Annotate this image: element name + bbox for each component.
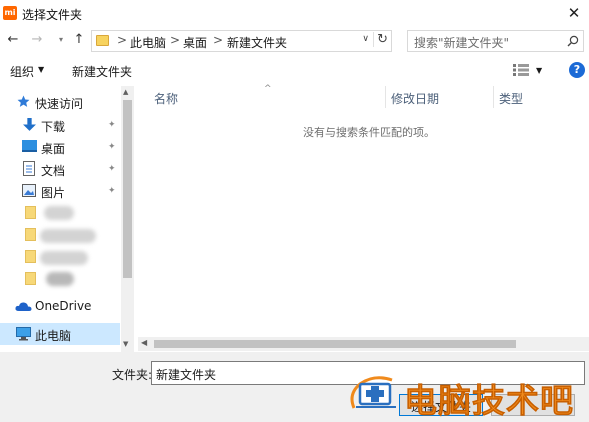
view-options-icon[interactable] [513,64,529,76]
sidebar-item-blurred-folder[interactable] [0,268,120,290]
folder-icon [25,228,36,241]
file-list: ^ 名称 修改日期 类型 没有与搜索条件匹配的项。 [136,84,589,352]
scroll-down-icon[interactable]: ▼ [123,340,128,348]
breadcrumb-this-pc[interactable]: 此电脑 [130,34,166,51]
pin-icon[interactable]: ✦ [108,120,116,130]
watermark-logo-icon [350,376,396,409]
cloud-icon [15,302,32,311]
scroll-up-icon[interactable]: ▲ [123,88,128,96]
folder-icon [25,206,36,219]
breadcrumb-separator[interactable]: > [213,33,223,47]
star-icon [17,95,30,107]
toolbar: 组织 ▼ 新建文件夹 ▼ ? [0,58,589,84]
folder-icon [25,250,36,263]
search-placeholder: 搜索"新建文件夹" [414,36,510,50]
sidebar-item-desktop[interactable]: 桌面 ✦ [0,136,120,158]
sidebar-item-label: 文档 [41,164,66,178]
navigation-pane: 快速访问 下载 ✦ 桌面 ✦ 文档 ✦ 图片 ✦ OneDrive 此电脑 [0,86,134,352]
sidebar-item-label: 此电脑 [35,329,72,343]
chevron-down-icon[interactable]: ∨ [362,34,369,44]
computer-icon [16,327,31,341]
pin-icon[interactable]: ✦ [108,142,116,152]
sidebar-item-blurred-folder[interactable] [0,246,120,268]
sidebar-item-this-pc[interactable]: 此电脑 [0,323,120,345]
sidebar-item-label: OneDrive [35,299,92,313]
forward-button[interactable]: → [28,31,46,49]
title-bar: mi 选择文件夹 ✕ [0,0,589,28]
close-button[interactable]: ✕ [565,4,583,22]
new-folder-button[interactable]: 新建文件夹 [72,63,132,80]
column-header-modified[interactable]: 修改日期 [391,90,439,107]
blurred-label [44,206,74,220]
address-bar[interactable]: > 此电脑 > 桌面 > 新建文件夹 ∨ ↻ [91,30,392,52]
window-title: 选择文件夹 [22,8,83,22]
sidebar-item-quick-access[interactable]: 快速访问 [0,91,120,113]
search-icon[interactable] [567,35,579,47]
navigation-bar: ← → ▾ ↑ > 此电脑 > 桌面 > 新建文件夹 ∨ ↻ 搜索"新建文件夹" [0,28,589,54]
column-divider[interactable] [385,86,386,108]
sidebar-item-documents[interactable]: 文档 ✦ [0,158,120,180]
sidebar-item-blurred-folder[interactable] [0,202,120,224]
up-button[interactable]: ↑ [70,31,88,49]
sidebar-item-label: 图片 [41,186,66,200]
column-header-type[interactable]: 类型 [499,90,523,107]
caret-down-icon[interactable]: ▼ [38,65,44,74]
desktop-icon [22,140,37,152]
help-icon[interactable]: ? [569,62,585,78]
column-header-name[interactable]: 名称 [154,90,178,107]
scroll-left-icon[interactable]: ◀ [141,338,147,347]
refresh-icon[interactable]: ↻ [373,32,388,47]
app-icon: mi [3,6,17,20]
breadcrumb-separator[interactable]: > [170,33,180,47]
sidebar-item-pictures[interactable]: 图片 ✦ [0,180,120,202]
breadcrumb-separator[interactable]: > [117,33,127,47]
folder-icon [25,272,36,285]
breadcrumb-desktop[interactable]: 桌面 [183,34,207,51]
breadcrumb-new-folder[interactable]: 新建文件夹 [227,34,287,51]
search-input[interactable]: 搜索"新建文件夹" [407,30,584,52]
blurred-label [40,229,96,243]
folder-name-value: 新建文件夹 [156,368,217,382]
sidebar-item-label: 快速访问 [35,97,84,111]
pin-icon[interactable]: ✦ [108,164,116,174]
scrollbar-thumb[interactable] [123,100,132,278]
pin-icon[interactable]: ✦ [108,186,116,196]
picture-icon [22,184,36,197]
empty-message: 没有与搜索条件匹配的项。 [303,126,435,139]
sidebar-item-downloads[interactable]: 下载 ✦ [0,114,120,136]
recent-locations-button[interactable]: ▾ [52,31,70,49]
blurred-label [46,272,74,286]
sidebar-item-label: 桌面 [41,142,66,156]
horizontal-scrollbar[interactable]: ◀ [138,337,589,351]
sidebar-scrollbar[interactable]: ▲ ▼ [121,86,134,352]
column-divider[interactable] [493,86,494,108]
blurred-label [40,251,88,265]
sidebar-item-label: 下载 [41,120,66,134]
organize-menu[interactable]: 组织 [10,63,34,80]
document-icon [23,161,35,176]
watermark: 电脑技术吧 [346,370,589,420]
watermark-text: 电脑技术吧 [404,381,574,421]
sidebar-item-onedrive[interactable]: OneDrive [0,295,120,317]
folder-label: 文件夹: [112,368,153,382]
back-button[interactable]: ← [4,31,22,49]
view-caret-icon[interactable]: ▼ [536,66,542,75]
sidebar-item-blurred-folder[interactable] [0,224,120,246]
scrollbar-thumb[interactable] [154,340,516,348]
download-icon [23,118,36,131]
folder-icon [96,35,109,46]
sort-ascending-icon: ^ [264,84,272,94]
